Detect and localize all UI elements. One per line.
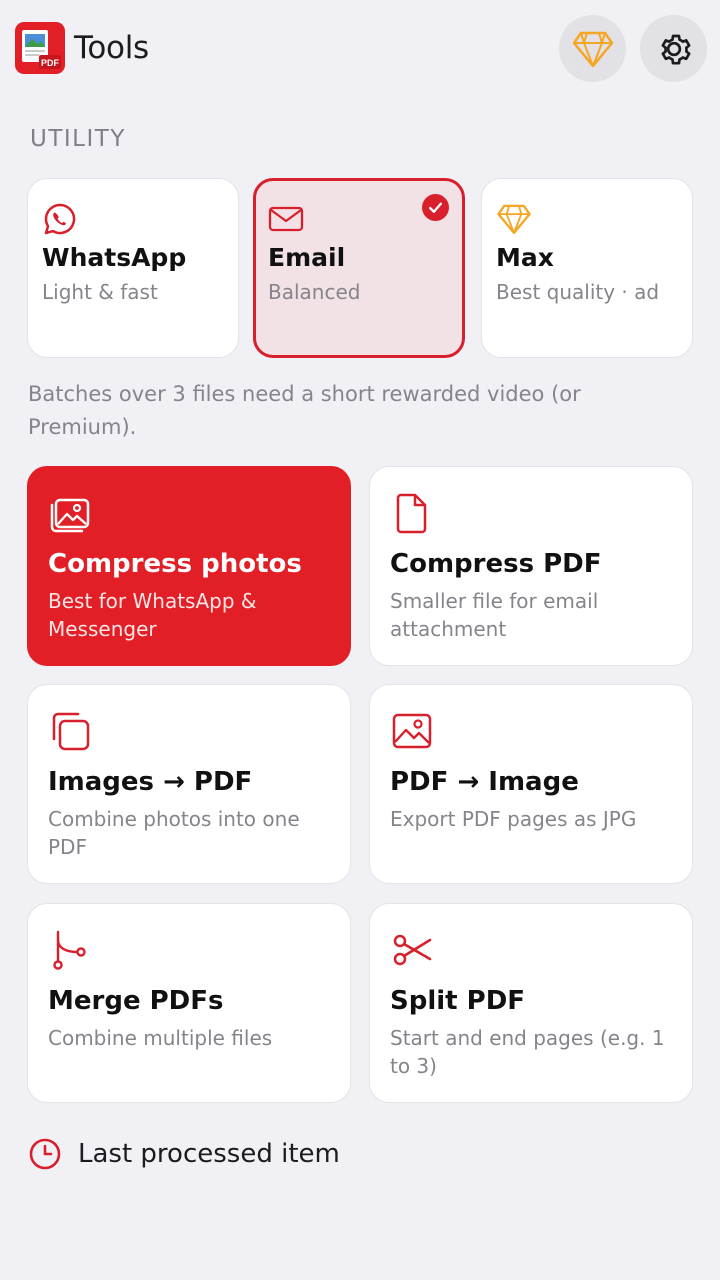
page-title: Tools — [74, 30, 149, 66]
tool-split-pdf[interactable]: Split PDF Start and end pages (e.g. 1 to… — [369, 903, 693, 1103]
quality-option-whatsapp[interactable]: WhatsApp Light & fast — [27, 178, 239, 358]
tool-title: PDF → Image — [390, 767, 579, 797]
quality-subtitle: Best quality · ad — [496, 280, 660, 304]
settings-button[interactable] — [640, 15, 707, 82]
merge-icon — [53, 930, 86, 970]
batch-note: Batches over 3 files need a short reward… — [28, 382, 581, 439]
tool-merge-pdfs[interactable]: Merge PDFs Combine multiple files — [27, 903, 351, 1103]
last-processed-label: Last processed item — [78, 1139, 340, 1169]
tool-compress-pdf[interactable]: Compress PDF Smaller file for email atta… — [369, 466, 693, 666]
stack-icon — [52, 712, 90, 751]
tool-title: Split PDF — [390, 986, 526, 1016]
photos-icon — [50, 498, 90, 533]
scissors-icon — [393, 934, 432, 966]
selected-check-icon — [422, 194, 449, 221]
gear-icon — [661, 34, 690, 64]
tool-subtitle: Export PDF pages as JPG — [390, 807, 637, 831]
image-icon — [392, 713, 432, 749]
diamond-icon — [497, 204, 531, 235]
quality-subtitle: Light & fast — [42, 280, 158, 304]
diamond-icon — [572, 31, 613, 67]
tool-subtitle: Combine multiple files — [48, 1026, 273, 1050]
premium-button[interactable] — [559, 15, 626, 82]
quality-subtitle: Balanced — [268, 280, 361, 304]
tool-subtitle: Best for WhatsApp & Messenger — [48, 589, 257, 641]
tool-title: Compress PDF — [390, 549, 602, 579]
section-label-utility: UTILITY — [30, 126, 126, 152]
document-icon — [396, 493, 427, 534]
whatsapp-icon — [44, 203, 76, 235]
tools-screen: PDF Tools UTILITY WhatsApp Light & fast — [0, 0, 720, 1280]
quality-option-max[interactable]: Max Best quality · ad — [481, 178, 693, 358]
clock-icon — [29, 1138, 61, 1170]
tool-images-to-pdf[interactable]: Images → PDF Combine photos into one PDF — [27, 684, 351, 884]
tool-title: Merge PDFs — [48, 986, 224, 1016]
pdf-app-icon: PDF — [15, 22, 65, 74]
mail-icon — [268, 206, 304, 232]
quality-option-email[interactable]: Email Balanced — [253, 178, 465, 358]
tool-compress-photos[interactable]: Compress photos Best for WhatsApp & Mess… — [27, 466, 351, 666]
tool-pdf-to-image[interactable]: PDF → Image Export PDF pages as JPG — [369, 684, 693, 884]
top-app-bar: PDF Tools — [0, 0, 720, 100]
quality-title: Max — [496, 243, 554, 272]
tool-subtitle: Combine photos into one PDF — [48, 807, 300, 859]
quality-title: WhatsApp — [42, 243, 187, 272]
tool-subtitle: Start and end pages (e.g. 1 to 3) — [390, 1026, 665, 1078]
quality-title: Email — [268, 243, 346, 272]
svg-text:PDF: PDF — [41, 58, 60, 68]
tool-title: Images → PDF — [48, 767, 253, 797]
tool-subtitle: Smaller file for email attachment — [390, 589, 599, 641]
last-processed-item[interactable]: Last processed item — [28, 1134, 340, 1174]
tool-title: Compress photos — [48, 549, 302, 579]
